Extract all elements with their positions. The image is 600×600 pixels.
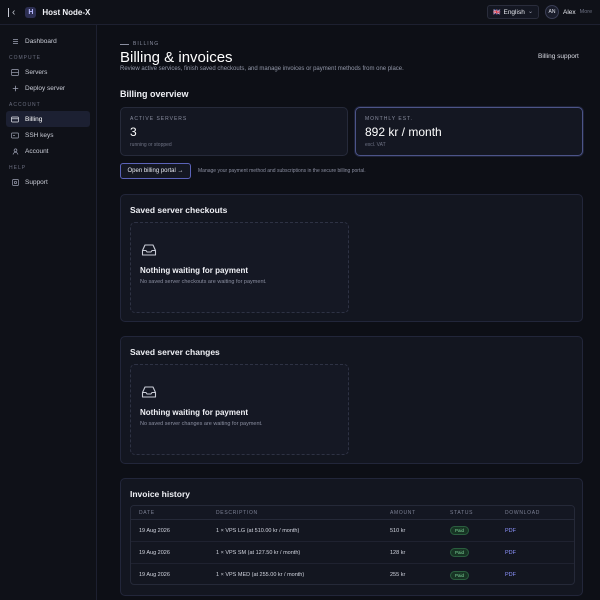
invoice-date: 19 Aug 2026 xyxy=(139,527,170,534)
sidebar-item-dashboard[interactable]: Dashboard xyxy=(6,33,90,49)
saved-checkouts-card: Saved server checkouts Nothing waiting f… xyxy=(120,194,583,322)
column-description: DESCRIPTION xyxy=(216,509,258,516)
avatar: AN xyxy=(545,5,559,19)
user-name: Alex xyxy=(563,8,576,16)
credit-card-icon xyxy=(11,115,19,123)
stat-value: 892 kr / month xyxy=(365,125,442,139)
brand-name: Host Node-X xyxy=(42,7,91,17)
eyebrow-label: BILLING xyxy=(133,41,160,47)
page-subtitle: Review active services, finish saved che… xyxy=(120,66,404,72)
stat-note: excl. VAT xyxy=(365,142,386,148)
plus-icon xyxy=(11,84,19,92)
inbox-icon xyxy=(141,386,157,398)
invoice-date: 19 Aug 2026 xyxy=(139,572,170,578)
dashboard-icon xyxy=(11,37,19,45)
sidebar-item-account[interactable]: Account xyxy=(6,143,90,159)
stat-note: running or stopped xyxy=(130,142,172,148)
status-badge: Paid xyxy=(450,526,470,535)
user-more-label: More xyxy=(579,9,593,15)
download-pdf-link[interactable]: PDF xyxy=(505,528,516,534)
sidebar-item-billing[interactable]: Billing xyxy=(6,111,90,127)
invoice-table: DATE DESCRIPTION AMOUNT STATUS DOWNLOAD … xyxy=(130,505,575,585)
table-row: 19 Aug 2026 1 × VPS MED (at 255.00 kr / … xyxy=(131,564,574,584)
open-billing-portal-button[interactable]: Open billing portal → xyxy=(120,163,191,179)
user-icon xyxy=(11,147,19,155)
column-status: STATUS xyxy=(450,509,474,516)
inbox-icon xyxy=(141,244,157,256)
flag-icon: 🇬🇧 xyxy=(493,9,501,16)
empty-description: No saved server checkouts are waiting fo… xyxy=(140,279,267,285)
chevron-left-icon: ‹ xyxy=(12,6,16,18)
billing-support-link[interactable]: Billing support xyxy=(538,53,579,60)
stat-label: ACTIVE SERVERS xyxy=(130,116,188,122)
collapse-sidebar-button[interactable]: ‹ xyxy=(8,7,15,18)
sidebar-item-label: SSH keys xyxy=(25,131,54,139)
nav-section-help: HELP xyxy=(9,165,27,171)
empty-state: Nothing waiting for payment No saved ser… xyxy=(130,364,349,455)
status-badge: Paid xyxy=(450,548,470,557)
page-title: Billing & invoices xyxy=(120,49,233,66)
sidebar-item-label: Billing xyxy=(25,115,43,123)
stat-value: 3 xyxy=(130,125,137,139)
card-title: Invoice history xyxy=(130,489,190,499)
sidebar-item-servers[interactable]: Servers xyxy=(6,64,90,80)
stat-label: MONTHLY EST. xyxy=(365,116,413,122)
sidebar-item-deploy-server[interactable]: Deploy server xyxy=(6,80,90,96)
invoice-description: 1 × VPS LG (at 510.00 kr / month) xyxy=(216,527,300,534)
sidebar-item-ssh-keys[interactable]: SSH keys xyxy=(6,127,90,143)
download-pdf-link[interactable]: PDF xyxy=(505,572,516,578)
empty-description: No saved server changes are waiting for … xyxy=(140,421,263,427)
server-icon xyxy=(11,68,19,76)
nav-section-account: ACCOUNT xyxy=(9,102,41,108)
support-icon xyxy=(11,178,19,186)
table-row: 19 Aug 2026 1 × VPS SM (at 127.50 kr / m… xyxy=(131,542,574,564)
sidebar-icon xyxy=(8,7,9,17)
invoice-amount: 128 kr xyxy=(390,549,406,556)
column-date: DATE xyxy=(139,509,155,516)
invoice-amount: 510 kr xyxy=(390,527,406,534)
status-badge: Paid xyxy=(450,570,470,580)
eyebrow-line xyxy=(120,43,129,45)
card-title: Saved server checkouts xyxy=(130,205,228,215)
active-servers-card: ACTIVE SERVERS 3 running or stopped xyxy=(120,107,348,156)
sidebar-item-label: Account xyxy=(25,147,49,155)
sidebar-item-label: Dashboard xyxy=(25,37,57,45)
invoice-description: 1 × VPS SM (at 127.50 kr / month) xyxy=(216,549,301,556)
card-title: Saved server changes xyxy=(130,347,220,357)
chevron-down-icon: ⌄ xyxy=(527,9,533,15)
download-pdf-link[interactable]: PDF xyxy=(505,550,516,556)
invoice-date: 19 Aug 2026 xyxy=(139,549,170,556)
logo-icon: H xyxy=(25,6,37,18)
column-download: DOWNLOAD xyxy=(505,509,541,516)
sidebar-item-support[interactable]: Support xyxy=(6,174,90,190)
sidebar: Dashboard COMPUTE Servers Deploy server … xyxy=(0,25,97,600)
empty-title: Nothing waiting for payment xyxy=(140,266,248,275)
key-icon xyxy=(11,131,19,139)
table-header: DATE DESCRIPTION AMOUNT STATUS DOWNLOAD xyxy=(131,506,574,520)
nav-section-compute: COMPUTE xyxy=(9,55,41,61)
sidebar-item-label: Deploy server xyxy=(25,84,66,92)
top-bar: ‹ H Host Node-X 🇬🇧 English ⌄ AN Alex Mor… xyxy=(0,0,600,25)
billing-overview-heading: Billing overview xyxy=(120,89,189,99)
empty-state: Nothing waiting for payment No saved ser… xyxy=(130,222,349,313)
page-eyebrow: BILLING xyxy=(120,41,159,47)
brand[interactable]: H Host Node-X xyxy=(25,6,91,18)
invoice-description: 1 × VPS MED (at 255.00 kr / month) xyxy=(216,572,305,578)
table-row: 19 Aug 2026 1 × VPS LG (at 510.00 kr / m… xyxy=(131,520,574,542)
monthly-estimate-card: MONTHLY EST. 892 kr / month excl. VAT xyxy=(355,107,583,156)
sidebar-item-label: Support xyxy=(25,178,48,186)
user-menu[interactable]: AN Alex More xyxy=(545,5,592,19)
language-label: English xyxy=(503,8,525,16)
column-amount: AMOUNT xyxy=(390,509,416,516)
portal-note: Manage your payment method and subscript… xyxy=(198,168,366,174)
language-select[interactable]: 🇬🇧 English ⌄ xyxy=(487,5,539,19)
invoice-history-card: Invoice history DATE DESCRIPTION AMOUNT … xyxy=(120,478,583,596)
empty-title: Nothing waiting for payment xyxy=(140,408,248,417)
saved-changes-card: Saved server changes Nothing waiting for… xyxy=(120,336,583,464)
invoice-amount: 255 kr xyxy=(390,572,406,578)
sidebar-item-label: Servers xyxy=(25,68,48,76)
